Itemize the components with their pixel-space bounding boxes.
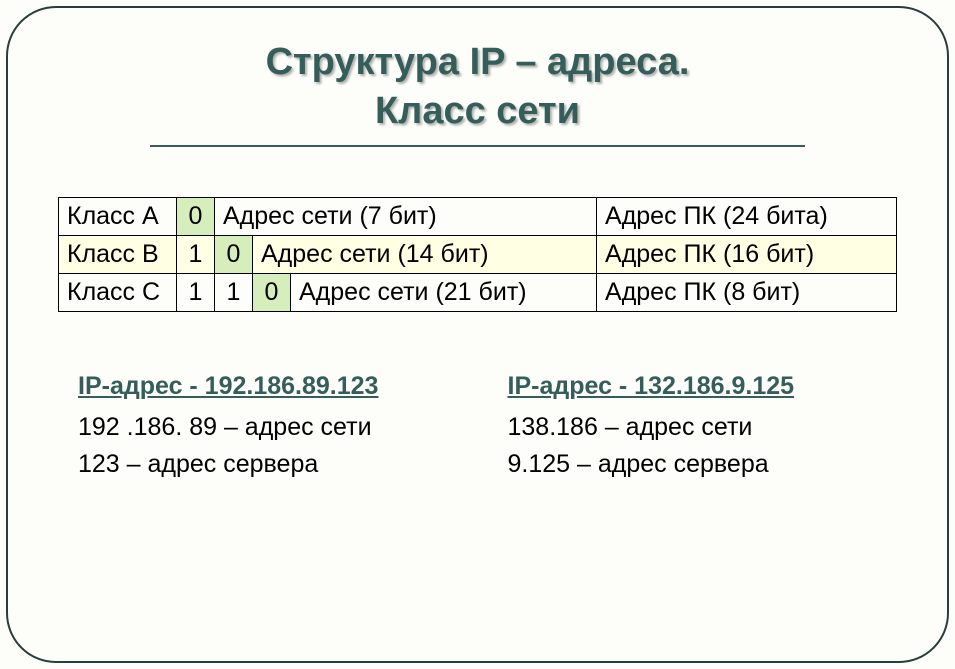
class-a-net: Адрес сети (7 бит): [215, 197, 597, 235]
example-1: IP-адрес - 192.186.89.123 192 .186. 89 –…: [78, 372, 448, 487]
title-line-1: Структура IP – адреса.: [266, 41, 690, 83]
example-2: IP-адрес - 132.186.9.125 138.186 – адрес…: [508, 372, 878, 487]
ip-class-table: Класс А 0 Адрес сети (7 бит) Адрес ПК (2…: [58, 197, 897, 312]
table-row-class-b: Класс В 1 0 Адрес сети (14 бит) Адрес ПК…: [59, 235, 897, 273]
title-underline: [150, 145, 804, 147]
class-c-host: Адрес ПК (8 бит): [597, 273, 897, 311]
class-c-label: Класс С: [59, 273, 177, 311]
table-row-class-c: Класс С 1 1 0 Адрес сети (21 бит) Адрес …: [59, 273, 897, 311]
class-b-bit1: 0: [215, 235, 253, 273]
title-block: Структура IP – адреса. Класс сети: [58, 38, 897, 147]
example-2-net: 138.186 – адрес сети: [508, 413, 878, 442]
slide-content: Структура IP – адреса. Класс сети Класс …: [8, 8, 947, 517]
class-c-bit2: 0: [253, 273, 291, 311]
example-1-net: 192 .186. 89 – адрес сети: [78, 413, 448, 442]
example-1-header: IP-адрес - 192.186.89.123: [78, 372, 448, 401]
class-c-bit1: 1: [215, 273, 253, 311]
slide-frame: Структура IP – адреса. Класс сети Класс …: [6, 6, 949, 663]
title-line-2: Класс сети: [375, 90, 580, 132]
class-a-bit0: 0: [177, 197, 215, 235]
examples-row: IP-адрес - 192.186.89.123 192 .186. 89 –…: [58, 372, 897, 487]
class-c-net: Адрес сети (21 бит): [291, 273, 597, 311]
class-a-host: Адрес ПК (24 бита): [597, 197, 897, 235]
table-row-class-a: Класс А 0 Адрес сети (7 бит) Адрес ПК (2…: [59, 197, 897, 235]
class-c-bit0: 1: [177, 273, 215, 311]
slide-title: Структура IP – адреса. Класс сети: [58, 38, 897, 137]
class-b-net: Адрес сети (14 бит): [253, 235, 597, 273]
class-b-label: Класс В: [59, 235, 177, 273]
class-a-label: Класс А: [59, 197, 177, 235]
example-2-host: 9.125 – адрес сервера: [508, 450, 878, 479]
example-2-header: IP-адрес - 132.186.9.125: [508, 372, 878, 401]
class-b-bit0: 1: [177, 235, 215, 273]
example-1-host: 123 – адрес сервера: [78, 450, 448, 479]
class-b-host: Адрес ПК (16 бит): [597, 235, 897, 273]
